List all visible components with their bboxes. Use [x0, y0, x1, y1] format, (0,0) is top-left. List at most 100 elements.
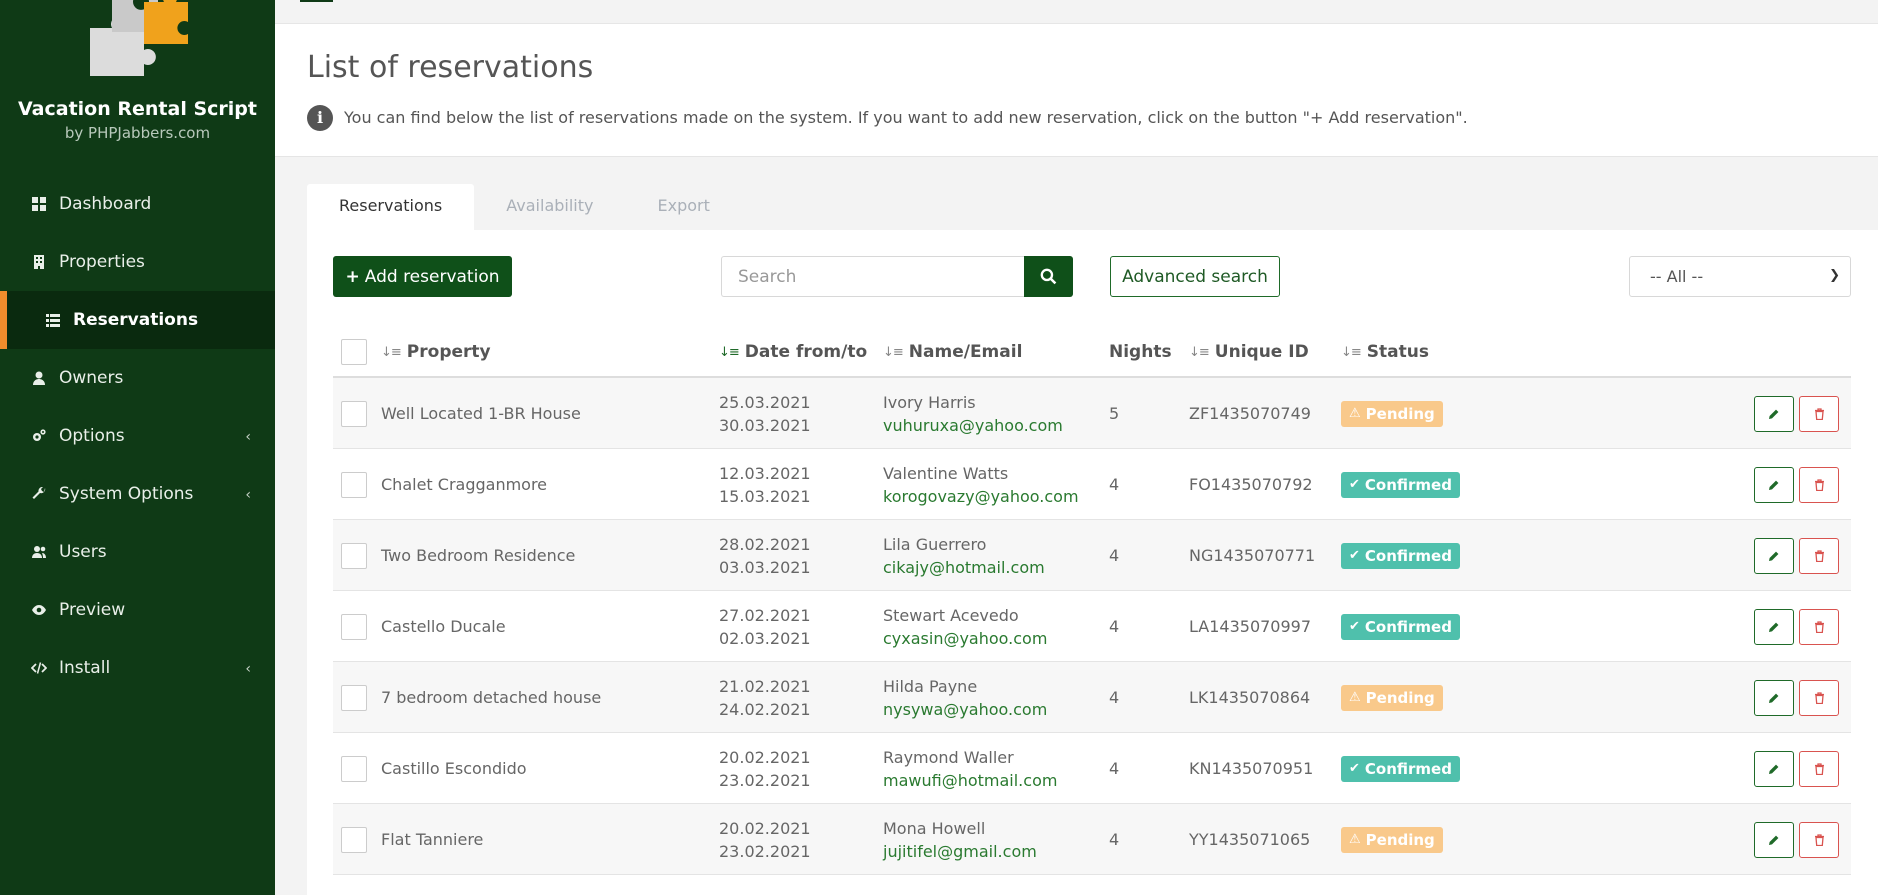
cell-dates: 25.03.2021 30.03.2021 — [719, 378, 811, 449]
pencil-icon — [1769, 622, 1779, 632]
delete-button[interactable] — [1799, 538, 1839, 574]
cell-nights: 4 — [1109, 688, 1120, 707]
add-reservation-button[interactable]: + Add reservation — [333, 256, 512, 297]
sidebar-item-system-options[interactable]: System Options ‹ — [0, 465, 275, 523]
trash-icon — [1814, 550, 1824, 562]
cell-nights: 5 — [1109, 404, 1120, 423]
cell-dates: 12.03.2021 15.03.2021 — [719, 449, 811, 520]
sidebar-item-install[interactable]: Install ‹ — [0, 639, 275, 697]
status-filter-value: -- All -- — [1650, 267, 1704, 286]
guest-email-link[interactable]: korogovazy@yahoo.com — [883, 485, 1079, 508]
column-header-property[interactable]: ↓≡ Property — [381, 326, 491, 378]
delete-button[interactable] — [1799, 609, 1839, 645]
trash-icon — [1814, 408, 1824, 420]
row-checkbox[interactable] — [341, 826, 367, 853]
tab-reservations[interactable]: Reservations — [307, 184, 475, 231]
chevron-left-icon: ‹ — [245, 661, 251, 677]
user-icon — [31, 370, 47, 386]
column-header-dates[interactable]: ↓≡ Date from/to — [719, 326, 867, 378]
delete-button[interactable] — [1799, 396, 1839, 432]
page-title: List of reservations — [307, 50, 594, 85]
cell-unique-id: ZF1435070749 — [1189, 404, 1311, 423]
sidebar-item-properties[interactable]: Properties — [0, 233, 275, 291]
tab-export[interactable]: Export — [625, 184, 741, 231]
page-header: List of reservations i You can find belo… — [275, 24, 1878, 157]
cell-nights: 4 — [1109, 617, 1120, 636]
guest-email-link[interactable]: vuhuruxa@yahoo.com — [883, 414, 1063, 437]
table-row: 7 bedroom detached house 21.02.2021 24.02.… — [333, 662, 1851, 733]
row-checkbox[interactable] — [341, 542, 367, 569]
guest-email-link[interactable]: jujitifel@gmail.com — [883, 840, 1037, 863]
guest-email-link[interactable]: nysywa@yahoo.com — [883, 698, 1047, 721]
sidebar-item-preview[interactable]: Preview — [0, 581, 275, 639]
list-icon — [45, 312, 61, 328]
trash-icon — [1814, 692, 1824, 704]
sidebar-item-options[interactable]: Options ‹ — [0, 407, 275, 465]
edit-button[interactable] — [1754, 680, 1794, 716]
column-header-label: Unique ID — [1214, 342, 1309, 362]
cell-property: Well Located 1-BR House — [381, 404, 581, 423]
search-button[interactable] — [1024, 256, 1073, 297]
edit-button[interactable] — [1754, 538, 1794, 574]
page-description: You can find below the list of reservati… — [344, 108, 1468, 127]
search-input[interactable] — [721, 256, 1024, 297]
row-checkbox[interactable] — [341, 400, 367, 427]
check-icon: ✔ — [1349, 477, 1360, 492]
cell-unique-id: NG1435070771 — [1189, 546, 1316, 565]
app-subtitle: by PHPJabbers.com — [64, 124, 211, 142]
delete-button[interactable] — [1799, 680, 1839, 716]
date-to: 24.02.2021 — [719, 699, 811, 719]
sidebar-nav: Dashboard Properties Reservations Owners… — [0, 175, 275, 697]
edit-button[interactable] — [1754, 396, 1794, 432]
status-badge-label: Confirmed — [1364, 759, 1452, 778]
date-from: 27.02.2021 — [719, 605, 811, 625]
sidebar-item-reservations[interactable]: Reservations — [0, 291, 275, 349]
guest-email-link[interactable]: cikajy@hotmail.com — [883, 556, 1045, 579]
tab-availability[interactable]: Availability — [474, 184, 625, 231]
date-from: 25.03.2021 — [719, 392, 811, 412]
date-to: 15.03.2021 — [719, 486, 811, 506]
date-to: 03.03.2021 — [719, 557, 811, 577]
row-checkbox[interactable] — [341, 684, 367, 711]
row-checkbox[interactable] — [341, 613, 367, 640]
pencil-icon — [1769, 480, 1779, 490]
status-filter-select[interactable]: -- All -- ❯ — [1629, 256, 1851, 297]
status-badge-label: Pending — [1365, 830, 1435, 849]
status-badge: ✔ Confirmed — [1341, 471, 1460, 498]
column-header-status[interactable]: ↓≡ Status — [1341, 326, 1429, 378]
cell-nights: 4 — [1109, 546, 1120, 565]
sidebar-item-owners[interactable]: Owners — [0, 349, 275, 407]
edit-button[interactable] — [1754, 822, 1794, 858]
gears-icon — [31, 428, 47, 444]
column-header-unique-id[interactable]: ↓≡ Unique ID — [1189, 326, 1309, 378]
cell-property: Castello Ducale — [381, 617, 506, 636]
edit-button[interactable] — [1754, 609, 1794, 645]
users-icon — [31, 544, 47, 560]
row-checkbox[interactable] — [341, 755, 367, 782]
guest-name: Stewart Acevedo — [883, 605, 1019, 625]
table-row: Two Bedroom Residence 28.02.2021 03.03.202… — [333, 520, 1851, 591]
edit-button[interactable] — [1754, 751, 1794, 787]
status-badge-label: Confirmed — [1364, 475, 1452, 494]
cell-name-email: Hilda Payne nysywa@yahoo.com — [883, 662, 1047, 733]
chevron-left-icon: ‹ — [245, 487, 251, 503]
chevron-down-icon: ❯ — [1829, 268, 1840, 283]
delete-button[interactable] — [1799, 822, 1839, 858]
row-checkbox-cell — [341, 378, 367, 449]
column-header-name[interactable]: ↓≡ Name/Email — [883, 326, 1022, 378]
guest-email-link[interactable]: cyxasin@yahoo.com — [883, 627, 1047, 650]
delete-button[interactable] — [1799, 467, 1839, 503]
date-from: 12.03.2021 — [719, 463, 811, 483]
delete-button[interactable] — [1799, 751, 1839, 787]
row-checkbox[interactable] — [341, 471, 367, 498]
edit-button[interactable] — [1754, 467, 1794, 503]
date-from: 21.02.2021 — [719, 676, 811, 696]
sidebar-item-dashboard[interactable]: Dashboard — [0, 175, 275, 233]
sidebar-item-users[interactable]: Users — [0, 523, 275, 581]
advanced-search-button[interactable]: Advanced search — [1110, 256, 1280, 297]
date-to: 30.03.2021 — [719, 415, 811, 435]
guest-email-link[interactable]: mawufi@hotmail.com — [883, 769, 1057, 792]
wrench-icon — [31, 486, 47, 502]
date-from: 20.02.2021 — [719, 818, 811, 838]
select-all-checkbox[interactable] — [341, 339, 367, 365]
